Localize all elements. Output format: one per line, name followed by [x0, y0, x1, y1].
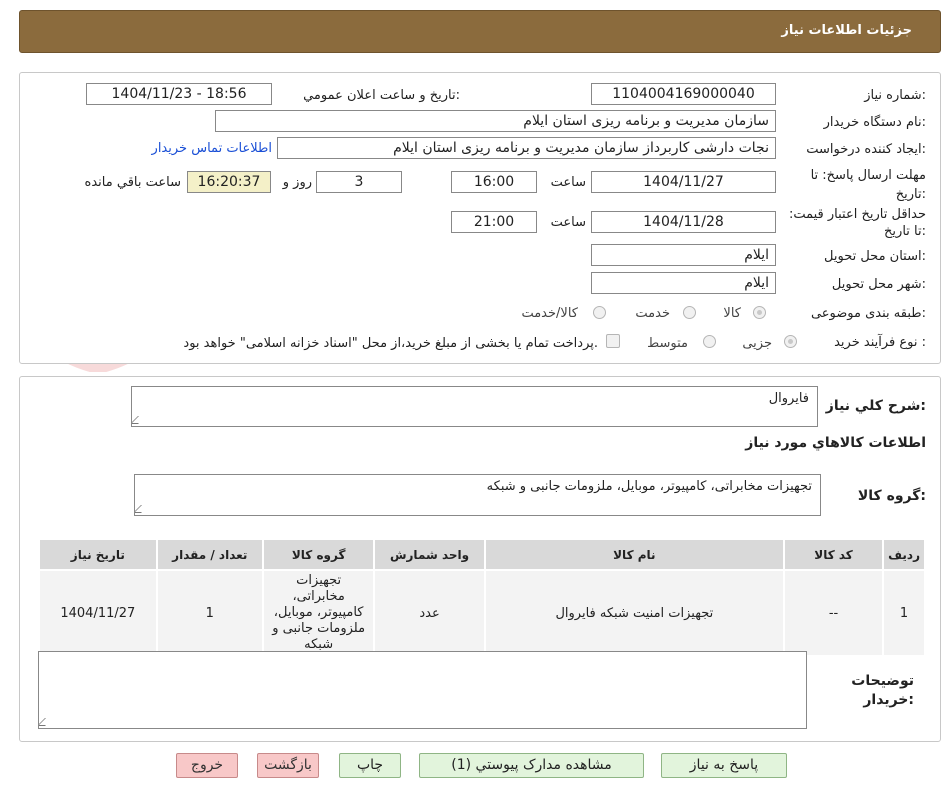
- buyer-org-field: سازمان مدیریت و برنامه ریزی استان ایلام: [215, 110, 776, 132]
- buyer-org-label: نام دستگاه خريدار:: [823, 115, 926, 130]
- deadline-label: مهلت ارسال پاسخ: تا تاريخ:: [810, 168, 926, 202]
- category-goods-label: کالا: [723, 306, 741, 321]
- buyer-notes-textarea[interactable]: [38, 651, 807, 729]
- days-remaining-field: 3: [316, 171, 402, 193]
- days-label: روز و: [282, 175, 312, 190]
- process-minor-radio[interactable]: [784, 335, 797, 348]
- back-button[interactable]: بازگشت: [257, 753, 319, 778]
- validity-label: حداقل تاريخ اعتبار قيمت: تا تاريخ:: [788, 207, 926, 239]
- province-field: ایلام: [591, 244, 776, 266]
- summary-label: شرح كلي نياز:: [825, 398, 926, 414]
- treasury-note: پرداخت تمام یا بخشی از مبلغ خرید،از محل …: [183, 336, 598, 351]
- goods-table: رديف كد كالا نام كالا واحد شمارش گروه كا…: [38, 538, 926, 657]
- need-number-field: 1104004169000040: [591, 83, 776, 105]
- reply-button[interactable]: پاسخ به نیاز: [661, 753, 787, 778]
- validity-time-label: ساعت: [550, 215, 586, 230]
- page-header: جزئیات اطلاعات نیاز: [19, 10, 941, 53]
- treasury-checkbox[interactable]: [606, 334, 620, 348]
- province-label: استان محل تحويل:: [824, 249, 926, 264]
- process-minor-label: جزیی: [742, 336, 772, 351]
- view-attachments-button[interactable]: مشاهده مدارک پیوستي (1): [419, 753, 644, 778]
- process-medium-label: متوسط: [647, 336, 688, 351]
- buyer-contact-link[interactable]: اطلاعات تماس خريدار: [152, 141, 272, 156]
- cell-name: تجهیزات امنیت شبکه فایروال: [483, 569, 785, 657]
- category-label: طبقه بندی موضوعی:: [810, 306, 926, 321]
- category-goods-service-radio[interactable]: [593, 306, 606, 319]
- city-label: شهر محل تحويل:: [831, 277, 926, 292]
- resize-grip-icon[interactable]: [135, 505, 149, 513]
- exit-button[interactable]: خروج: [176, 753, 238, 778]
- cell-code: --: [782, 569, 885, 657]
- col-unit-header: واحد شمارش: [373, 538, 486, 571]
- category-goods-radio[interactable]: [753, 306, 766, 319]
- category-service-radio[interactable]: [683, 306, 696, 319]
- col-code-header: كد كالا: [782, 538, 885, 571]
- col-date-header: تاريخ نياز: [38, 538, 158, 571]
- print-button[interactable]: چاپ: [339, 753, 401, 778]
- resize-grip-icon[interactable]: [132, 416, 146, 424]
- cell-qty: 1: [155, 569, 264, 657]
- cell-group: تجهیزات مخابراتی، کامپیوتر، موبایل، ملزو…: [261, 569, 376, 657]
- resize-grip-icon[interactable]: [39, 718, 53, 726]
- summary-textarea[interactable]: فایروال: [131, 386, 818, 427]
- deadline-time-field: 16:00: [451, 171, 537, 193]
- table-row: 1 -- تجهیزات امنیت شبکه فایروال عدد تجهی…: [38, 569, 926, 657]
- category-service-label: خدمت: [635, 306, 670, 321]
- summary-text: فایروال: [768, 391, 809, 406]
- col-group-header: گروه كالا: [261, 538, 376, 571]
- validity-time-field: 21:00: [451, 211, 537, 233]
- buyer-notes-label: توضيحات خريدار:: [851, 673, 914, 708]
- page-title: جزئیات اطلاعات نیاز: [781, 23, 912, 38]
- goods-info-title: اطلاعات كالاهاي مورد نياز: [745, 435, 926, 451]
- process-medium-radio[interactable]: [703, 335, 716, 348]
- remaining-time-label: ساعت باقي مانده: [84, 175, 181, 190]
- announce-datetime-field: 1404/11/23 - 18:56: [86, 83, 272, 105]
- announce-datetime-label: تاریخ و ساعت اعلان عمومي:: [303, 88, 460, 103]
- deadline-time-label: ساعت: [550, 175, 586, 190]
- city-field: ایلام: [591, 272, 776, 294]
- remaining-time-field: 16:20:37: [187, 171, 271, 193]
- table-header-row: رديف كد كالا نام كالا واحد شمارش گروه كا…: [38, 538, 926, 571]
- deadline-date-field: 1404/11/27: [591, 171, 776, 193]
- goods-group-textarea[interactable]: تجهیزات مخابراتی، کامپیوتر، موبایل، ملزو…: [134, 474, 821, 516]
- process-type-label: نوع فرآيند خريد :: [834, 335, 926, 350]
- validity-date-field: 1404/11/28: [591, 211, 776, 233]
- cell-row: 1: [882, 569, 926, 657]
- col-row-header: رديف: [882, 538, 926, 571]
- cell-unit: عدد: [373, 569, 486, 657]
- col-name-header: نام كالا: [483, 538, 785, 571]
- need-number-label: شماره نیاز:: [864, 88, 926, 103]
- creator-field: نجات دارشی کاربرداز سازمان مدیریت و برنا…: [277, 137, 776, 159]
- col-qty-header: تعداد / مقدار: [155, 538, 264, 571]
- cell-date: 1404/11/27: [38, 569, 158, 657]
- category-goods-service-label: کالا/خدمت: [521, 306, 578, 321]
- creator-label: ايجاد كننده درخواست:: [806, 142, 926, 157]
- goods-group-text: تجهیزات مخابراتی، کامپیوتر، موبایل، ملزو…: [486, 479, 812, 494]
- goods-group-label: گروه كالا:: [857, 488, 926, 504]
